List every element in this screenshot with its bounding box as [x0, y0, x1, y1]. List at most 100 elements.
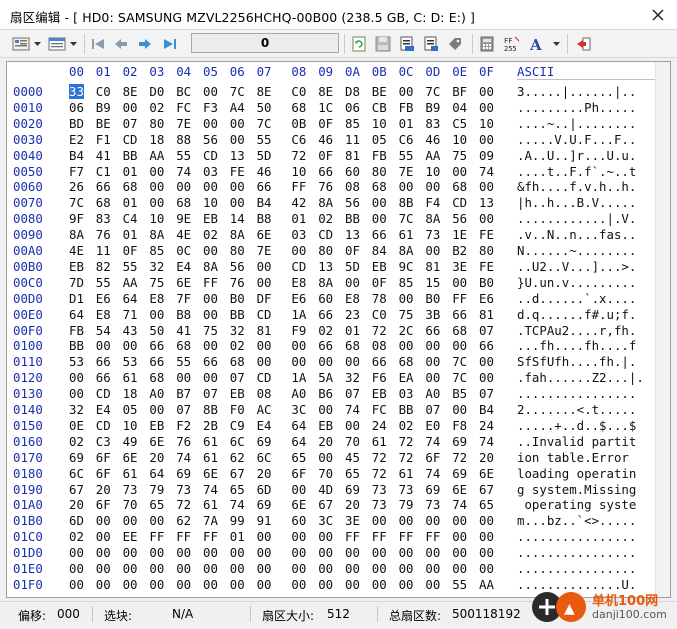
hex-byte[interactable]: 00 — [452, 275, 467, 290]
calculator-button[interactable] — [477, 33, 497, 54]
hex-byte[interactable]: 00 — [479, 354, 494, 369]
hex-byte[interactable]: C6 — [399, 132, 414, 147]
hex-byte[interactable]: 6F — [96, 466, 111, 481]
hex-byte[interactable]: 4E — [176, 227, 191, 242]
hex-byte[interactable]: 72 — [372, 466, 387, 481]
hex-byte[interactable]: 3E — [452, 259, 467, 274]
hex-byte[interactable]: 68 — [149, 370, 164, 385]
hex-byte[interactable]: 00 — [149, 513, 164, 528]
hex-byte[interactable]: 00 — [479, 370, 494, 385]
hex-byte[interactable]: 66 — [452, 307, 467, 322]
hex-byte[interactable]: 00 — [96, 338, 111, 353]
hex-byte[interactable]: 61 — [123, 370, 138, 385]
hex-byte[interactable]: FB — [69, 323, 84, 338]
ascii-text[interactable]: ...fh....fh....f — [517, 338, 636, 353]
hex-byte[interactable]: B8 — [257, 211, 272, 226]
hex-byte[interactable]: 8E — [318, 84, 333, 99]
hex-byte[interactable]: 00 — [257, 338, 272, 353]
hex-byte[interactable]: 00 — [203, 561, 218, 576]
hex-byte[interactable]: 00 — [425, 354, 440, 369]
hex-byte[interactable]: 00 — [372, 577, 387, 592]
hex-byte[interactable]: FC — [176, 100, 191, 115]
ascii-text[interactable]: ................ — [517, 386, 636, 401]
hex-byte[interactable]: 84 — [372, 243, 387, 258]
hex-byte[interactable]: 6E — [291, 497, 306, 512]
hex-byte[interactable]: 2C — [399, 323, 414, 338]
hex-byte[interactable]: 73 — [372, 482, 387, 497]
hex-byte[interactable]: 55 — [176, 354, 191, 369]
hex-byte[interactable]: 00 — [149, 164, 164, 179]
hex-byte[interactable]: 00 — [203, 84, 218, 99]
hex-byte[interactable]: 02 — [399, 418, 414, 433]
ascii-text[interactable]: operating syste — [517, 497, 636, 512]
hex-byte[interactable]: EB — [69, 259, 84, 274]
hex-byte[interactable]: 00 — [69, 561, 84, 576]
hex-byte[interactable]: BB — [399, 402, 414, 417]
hex-byte[interactable]: 00 — [452, 545, 467, 560]
hex-byte[interactable]: 00 — [291, 482, 306, 497]
hex-byte[interactable]: E8 — [345, 291, 360, 306]
hex-byte[interactable]: 74 — [479, 164, 494, 179]
hex-byte[interactable]: 00 — [345, 545, 360, 560]
hex-byte[interactable]: 02 — [203, 227, 218, 242]
hex-byte[interactable]: 00 — [291, 561, 306, 576]
hex-byte[interactable]: 14 — [230, 211, 245, 226]
hex-byte[interactable]: 00 — [479, 100, 494, 115]
hex-byte[interactable]: 00 — [372, 513, 387, 528]
ascii-text[interactable]: .....+..d..$...$ — [517, 418, 636, 433]
hex-byte[interactable]: 64 — [69, 307, 84, 322]
last-sector-button[interactable] — [160, 33, 180, 54]
prev-sector-button[interactable] — [111, 33, 131, 54]
ascii-text[interactable]: g system.Missing — [517, 482, 636, 497]
ascii-text[interactable]: .A..U..]r...U.u. — [517, 148, 636, 163]
exit-button[interactable] — [574, 33, 594, 54]
hex-byte[interactable]: 7C — [257, 116, 272, 131]
hex-byte[interactable]: 55 — [257, 132, 272, 147]
ascii-text[interactable]: 3.....|......|.. — [517, 84, 636, 99]
hex-byte[interactable]: 00 — [69, 577, 84, 592]
view-mode-dropdown[interactable] — [32, 33, 42, 54]
hex-byte[interactable]: 10 — [372, 116, 387, 131]
ascii-text[interactable]: |h..h...B.V..... — [517, 195, 636, 210]
hex-byte[interactable]: 67 — [318, 497, 333, 512]
hex-byte[interactable]: 68 — [176, 338, 191, 353]
hex-byte[interactable]: 00 — [479, 545, 494, 560]
hex-byte[interactable]: 61 — [203, 497, 218, 512]
ascii-text[interactable]: ..Invalid partit — [517, 434, 636, 449]
hex-byte[interactable]: B0 — [425, 291, 440, 306]
hex-byte[interactable]: 04 — [452, 100, 467, 115]
hex-byte[interactable]: 07 — [479, 323, 494, 338]
hex-byte[interactable]: 69 — [257, 434, 272, 449]
hex-byte[interactable]: 02 — [318, 323, 333, 338]
hex-byte[interactable]: 81 — [257, 323, 272, 338]
hex-byte[interactable]: BE — [96, 116, 111, 131]
hex-byte[interactable]: 65 — [230, 482, 245, 497]
hex-byte[interactable]: 07 — [425, 402, 440, 417]
hex-byte[interactable]: F8 — [452, 418, 467, 433]
first-sector-button[interactable] — [88, 33, 108, 54]
hex-byte[interactable]: 00 — [479, 132, 494, 147]
hex-byte[interactable]: B4 — [257, 195, 272, 210]
ascii-text[interactable]: ion table.Error — [517, 450, 636, 465]
hex-byte[interactable]: 6C — [69, 466, 84, 481]
hex-byte[interactable]: A0 — [291, 386, 306, 401]
hex-byte[interactable]: E6 — [479, 291, 494, 306]
hex-byte[interactable]: E8 — [149, 291, 164, 306]
close-button[interactable] — [647, 4, 669, 26]
hex-byte[interactable]: 10 — [291, 164, 306, 179]
hex-byte[interactable]: EB — [372, 386, 387, 401]
hex-byte[interactable]: 00 — [96, 513, 111, 528]
hex-byte[interactable]: 66 — [96, 354, 111, 369]
hex-byte[interactable]: 65 — [149, 497, 164, 512]
hex-byte[interactable]: 7E — [176, 116, 191, 131]
hex-byte[interactable]: 75 — [149, 275, 164, 290]
hex-byte[interactable]: 73 — [399, 482, 414, 497]
hex-byte[interactable]: 00 — [479, 529, 494, 544]
hex-byte[interactable]: 00 — [479, 84, 494, 99]
hex-byte[interactable]: 00 — [123, 338, 138, 353]
hex-byte[interactable]: 69 — [345, 482, 360, 497]
hex-byte[interactable]: 68 — [372, 179, 387, 194]
hex-byte[interactable]: 65 — [345, 466, 360, 481]
hex-byte[interactable]: B0 — [230, 291, 245, 306]
hex-byte[interactable]: 6D — [257, 482, 272, 497]
